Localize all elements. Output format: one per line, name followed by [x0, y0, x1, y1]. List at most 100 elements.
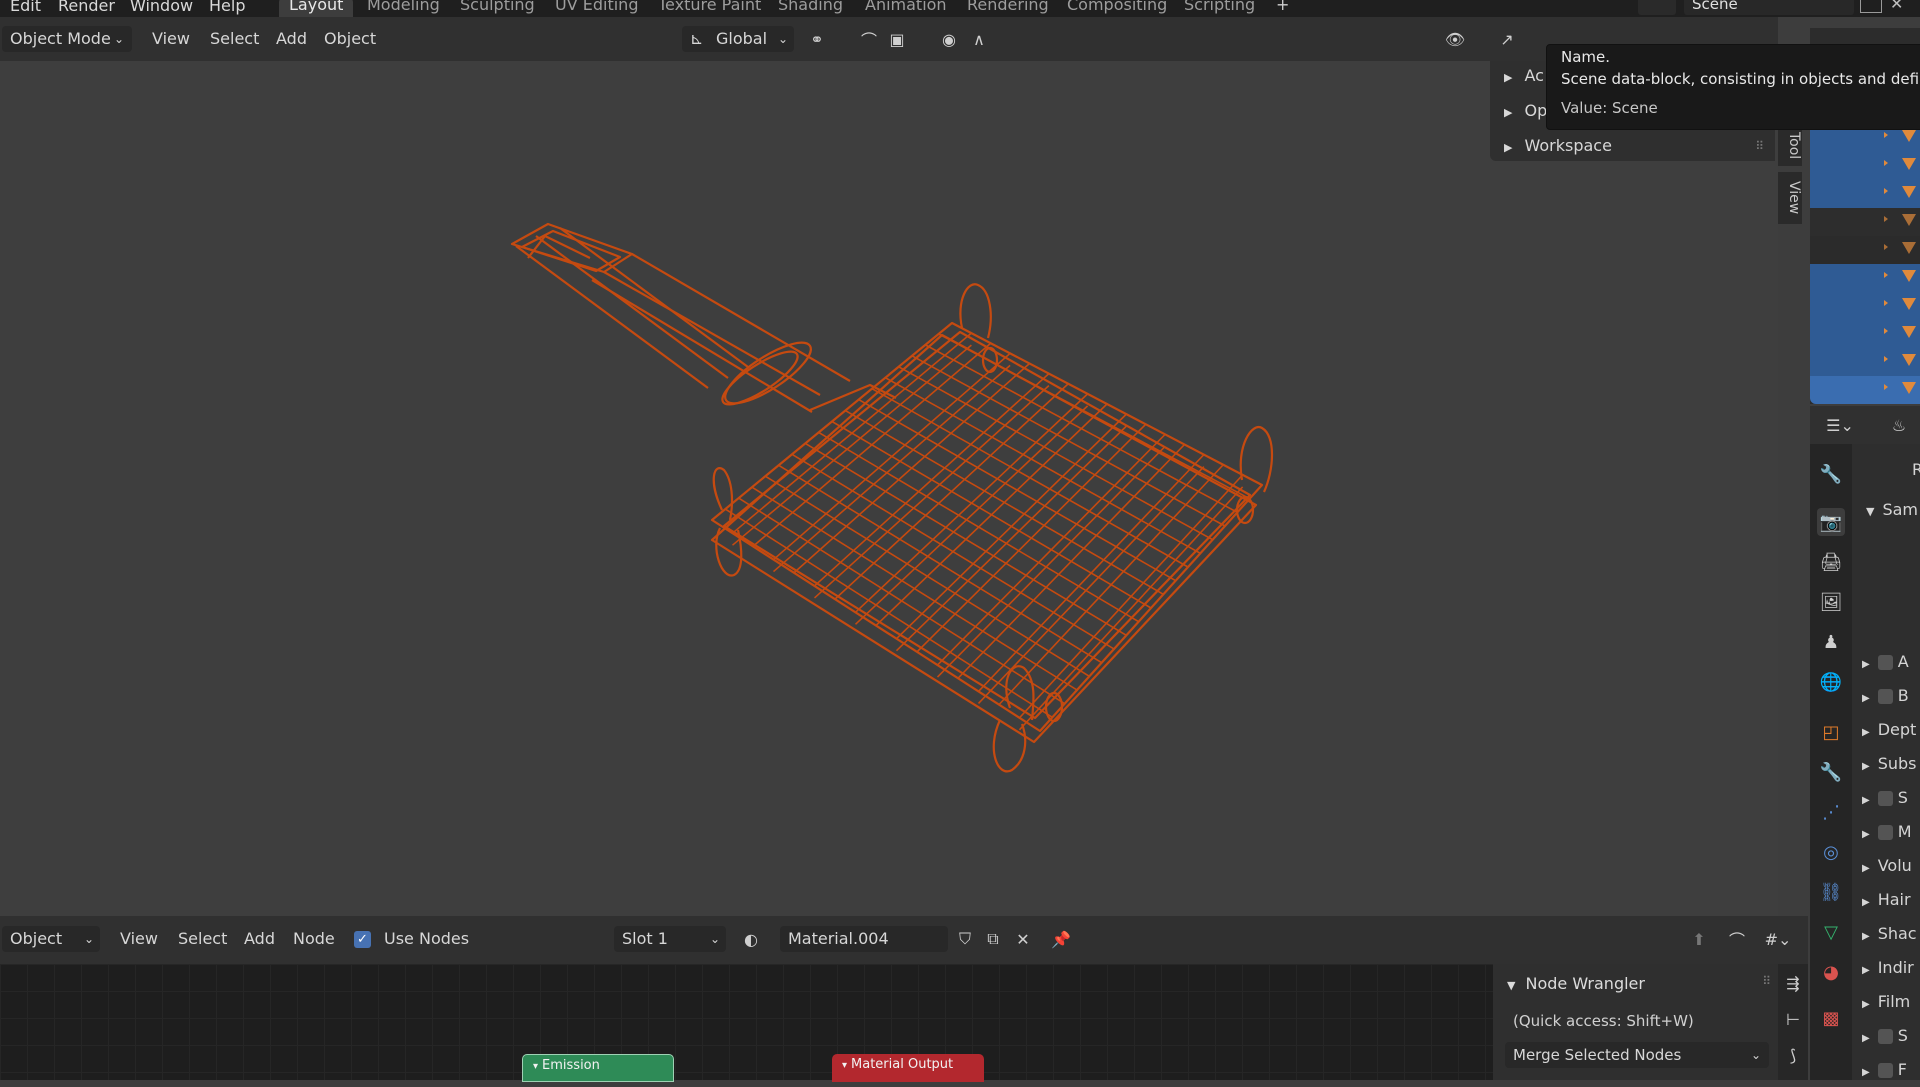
menu-view[interactable]: View: [152, 26, 190, 52]
material-output-node[interactable]: ▾ Material Output: [832, 1054, 984, 1082]
prop-row[interactable]: ▶ S: [1862, 784, 1908, 812]
use-nodes-checkbox[interactable]: ✓: [354, 931, 371, 948]
menu-select[interactable]: Select: [210, 26, 259, 52]
new-scene-icon[interactable]: [1860, 0, 1882, 13]
panel-row-active-tool[interactable]: ▶ Ac: [1504, 61, 1544, 91]
merge-nodes-dropdown[interactable]: Merge Selected Nodes ⌄: [1505, 1042, 1769, 1068]
tool-tab-icon[interactable]: 🔧: [1817, 460, 1845, 488]
prop-row[interactable]: ▶ Volu: [1862, 852, 1912, 880]
tab-uv-editing[interactable]: UV Editing: [545, 0, 648, 17]
render-tab-icon[interactable]: 📷: [1817, 508, 1845, 536]
drag-handle-icon[interactable]: ⠿: [1755, 131, 1764, 161]
particles-tab-icon[interactable]: ⋰: [1817, 798, 1845, 826]
falloff-icon[interactable]: ∧: [968, 28, 990, 50]
transform-orientation-dropdown[interactable]: ⊾ Global ⌄: [682, 26, 794, 52]
snap-target-icon[interactable]: ▣: [886, 28, 908, 50]
fake-user-shield-icon[interactable]: ⛉: [954, 928, 976, 950]
checkbox[interactable]: [1877, 655, 1893, 670]
view-layer-tab-icon[interactable]: 🖼: [1817, 588, 1845, 616]
tab-modeling[interactable]: Modeling: [357, 0, 450, 17]
visibility-icon[interactable]: 👁: [1444, 28, 1466, 50]
panel-row-options[interactable]: ▶ Op: [1504, 96, 1547, 126]
tab-tool[interactable]: Tool: [1778, 126, 1802, 166]
material-name-field[interactable]: Material.004: [780, 926, 948, 952]
editor-type-icon[interactable]: ☰⌄: [1820, 414, 1860, 436]
drag-handle-icon[interactable]: ⠿: [1762, 974, 1771, 988]
menu-add[interactable]: Add: [244, 926, 275, 952]
scene-name-field[interactable]: Scene: [1684, 0, 1854, 15]
tab-compositing[interactable]: Compositing: [1057, 0, 1177, 17]
tool-tab-icon[interactable]: ⊢: [1782, 1008, 1804, 1030]
tab-layout[interactable]: Layout: [279, 0, 354, 17]
slot-dropdown[interactable]: Slot 1 ⌄: [614, 926, 726, 952]
panel-header[interactable]: ▼ Node Wrangler ⠿: [1507, 974, 1771, 993]
scene-tab-icon[interactable]: ♟: [1817, 628, 1845, 656]
checkbox[interactable]: [1877, 825, 1893, 840]
snap-mode-icon[interactable]: #⌄: [1758, 928, 1798, 950]
duplicate-material-icon[interactable]: ⧉: [982, 928, 1004, 950]
editor-object-dropdown[interactable]: Object ⌄: [2, 926, 100, 952]
panel-row-workspace[interactable]: ▶ Workspace ⠿: [1504, 131, 1764, 161]
data-tab-icon[interactable]: ▽: [1817, 918, 1845, 946]
snap-icon[interactable]: ⌒: [858, 28, 880, 50]
sampling-panel-header[interactable]: ▼ Sam: [1866, 496, 1918, 524]
emission-node[interactable]: ▾ Emission: [522, 1054, 674, 1082]
render-engine-icon[interactable]: ♨: [1888, 414, 1910, 436]
output-tab-icon[interactable]: 🖨: [1817, 548, 1845, 576]
prop-row[interactable]: ▶ Hair: [1862, 886, 1911, 914]
tab-sculpting[interactable]: Sculpting: [450, 0, 545, 17]
prop-row[interactable]: ▶ Indir: [1862, 954, 1914, 982]
material-tab-icon[interactable]: ◕: [1817, 958, 1845, 986]
prop-row[interactable]: ▶ Dept: [1862, 716, 1916, 744]
collapse-icon[interactable]: ▾: [533, 1061, 538, 1072]
prop-row[interactable]: ▶ B: [1862, 682, 1909, 710]
constraints-tab-icon[interactable]: ⛓: [1817, 878, 1845, 906]
prop-row[interactable]: ▶ Subs: [1862, 750, 1917, 778]
prop-row[interactable]: ▶ S: [1862, 1022, 1908, 1050]
prop-row[interactable]: ▶ Film: [1862, 988, 1910, 1016]
tab-shading[interactable]: Shading: [768, 0, 853, 17]
close-icon[interactable]: ✕: [1890, 0, 1903, 13]
tab-rendering[interactable]: Rendering: [957, 0, 1059, 17]
prop-row[interactable]: ▶ Shac: [1862, 920, 1917, 948]
scene-selector-icon[interactable]: [1638, 0, 1676, 15]
3d-viewport[interactable]: [0, 61, 1778, 916]
unlink-x-icon[interactable]: ✕: [1012, 928, 1034, 950]
texture-tab-icon[interactable]: ▩: [1817, 1004, 1845, 1032]
material-browse-icon[interactable]: ◐: [740, 928, 762, 950]
view-tab-icon[interactable]: ⟆: [1782, 1044, 1804, 1066]
tab-texture-paint[interactable]: Texture Paint: [648, 0, 771, 17]
tab-animation[interactable]: Animation: [855, 0, 957, 17]
menu-add[interactable]: Add: [276, 26, 307, 52]
checkbox[interactable]: [1877, 1063, 1893, 1078]
menu-help[interactable]: Help: [209, 0, 245, 15]
checkbox[interactable]: [1877, 791, 1893, 806]
pin-icon[interactable]: 📌: [1050, 928, 1072, 950]
world-tab-icon[interactable]: 🌐: [1817, 668, 1845, 696]
gizmo-icon[interactable]: ↗: [1496, 28, 1518, 50]
modifier-tab-icon[interactable]: 🔧: [1817, 758, 1845, 786]
node-editor-canvas[interactable]: ▾ Emission ▾ Material Output: [0, 964, 1493, 1082]
tab-scripting[interactable]: Scripting: [1174, 0, 1265, 17]
menu-edit[interactable]: Edit: [10, 0, 41, 15]
proportional-editing-icon[interactable]: ◉: [938, 28, 960, 50]
menu-select[interactable]: Select: [178, 926, 227, 952]
tab-view[interactable]: View: [1778, 172, 1802, 224]
parent-node-tree-icon[interactable]: ⬆: [1688, 928, 1710, 950]
collapse-icon[interactable]: ▾: [842, 1060, 847, 1071]
snap-icon[interactable]: ⌒: [1726, 928, 1748, 950]
physics-tab-icon[interactable]: ◎: [1817, 838, 1845, 866]
checkbox[interactable]: [1877, 1029, 1893, 1044]
menu-node[interactable]: Node: [293, 926, 335, 952]
node-tab-icon[interactable]: ⇶: [1782, 972, 1804, 994]
menu-window[interactable]: Window: [130, 0, 193, 15]
prop-row[interactable]: ▶ M: [1862, 818, 1912, 846]
menu-object[interactable]: Object: [324, 26, 376, 52]
mode-dropdown[interactable]: Object Mode ⌄: [2, 26, 132, 52]
pivot-point-icon[interactable]: ⚭: [806, 28, 828, 50]
object-tab-icon[interactable]: ◰: [1817, 718, 1845, 746]
prop-row[interactable]: ▶ A: [1862, 648, 1909, 676]
checkbox[interactable]: [1877, 689, 1893, 704]
menu-view[interactable]: View: [120, 926, 158, 952]
add-workspace-button[interactable]: +: [1266, 0, 1299, 17]
